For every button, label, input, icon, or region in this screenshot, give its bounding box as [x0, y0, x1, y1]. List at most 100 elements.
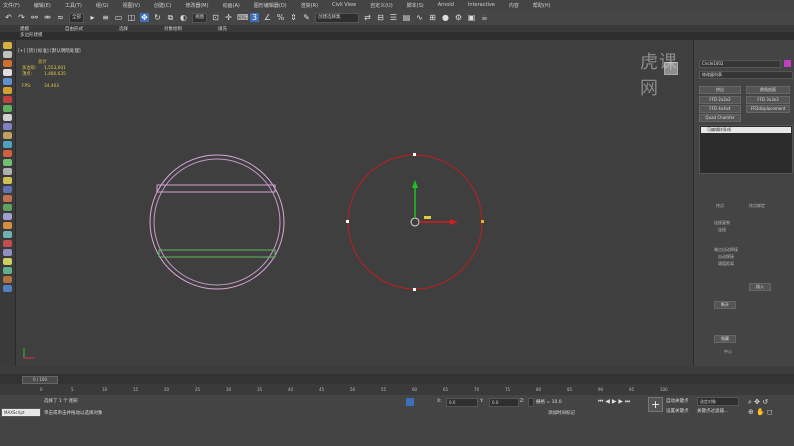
angle-snap-icon[interactable]: ∠: [263, 13, 272, 22]
ribbon-tab-1[interactable]: 自由形式: [65, 26, 83, 32]
render-setup-icon[interactable]: ⚙: [454, 13, 463, 22]
track-bar[interactable]: 0 5 10 15 20 25 30 35 40 45 50 55 60 65 70 75 80 85 90 95 10…: [0, 384, 794, 395]
left-tool-icon-24[interactable]: [3, 258, 12, 265]
menu-item-15[interactable]: 内容: [509, 2, 519, 9]
left-tool-icon-7[interactable]: [3, 105, 12, 112]
left-tool-icon-16[interactable]: [3, 186, 12, 193]
menu-item-8[interactable]: 图形编辑器(D): [254, 2, 287, 9]
maxscript-listener[interactable]: MAXScript: [1, 408, 41, 417]
named-selection-icon[interactable]: ✎: [302, 13, 311, 22]
schematic-icon[interactable]: ⊞: [428, 13, 437, 22]
percent-snap-icon[interactable]: %: [276, 13, 285, 22]
object-color-swatch[interactable]: [784, 60, 791, 67]
bevel-profile-button[interactable]: 倒角剖面: [746, 86, 790, 94]
autokey-button[interactable]: 自动关键点: [666, 398, 689, 404]
modifier-list-dropdown[interactable]: 修改器列表: [699, 71, 793, 79]
left-tool-icon-10[interactable]: [3, 132, 12, 139]
select-object-icon[interactable]: ▸: [88, 13, 97, 22]
playback-controls[interactable]: ⏮ ◀ ▶ ▶ ⏭: [598, 398, 630, 406]
menu-item-11[interactable]: 自定义(U): [370, 2, 393, 9]
left-tool-icon-20[interactable]: [3, 222, 12, 229]
left-tool-icon-14[interactable]: [3, 168, 12, 175]
ribbon-tab-0[interactable]: 建模: [20, 26, 29, 32]
checkbox-auto-weld[interactable]: 自动焊接: [718, 254, 734, 260]
quad-chamfer-button[interactable]: Quad Chamfer: [699, 114, 741, 122]
move-icon[interactable]: ✥: [140, 13, 149, 22]
ribbon-tab-3[interactable]: 对象绘制: [164, 26, 182, 32]
set-key-icon[interactable]: +: [648, 397, 663, 412]
left-tool-icon-22[interactable]: [3, 240, 12, 247]
curve-editor-icon[interactable]: ∿: [415, 13, 424, 22]
left-tool-icon-19[interactable]: [3, 213, 12, 220]
extrude-button[interactable]: 挤出: [699, 86, 741, 94]
snap-toggle-icon[interactable]: 3: [250, 13, 259, 22]
add-time-tag[interactable]: 添加时间标记: [548, 410, 575, 416]
left-tool-icon-1[interactable]: [3, 51, 12, 58]
viewport-nav-icons-2[interactable]: ⊕ ✋ ◻: [748, 408, 773, 416]
redo-icon[interactable]: ↷: [17, 13, 26, 22]
align-icon[interactable]: ⊟: [376, 13, 385, 22]
menu-item-6[interactable]: 修改器(M): [185, 2, 208, 9]
object-name-field[interactable]: Circle1002: [699, 60, 781, 68]
hide-button[interactable]: 隐藏: [714, 335, 736, 343]
rect-select-icon[interactable]: ▭: [114, 13, 123, 22]
viewport-nav-icons[interactable]: ⌕ ✥ ↺: [748, 398, 768, 407]
ffd-displacement-button[interactable]: FFDdisplacement: [746, 105, 790, 113]
bind-space-warp-icon[interactable]: ≈: [56, 13, 65, 22]
time-slider[interactable]: 0 / 100: [0, 374, 794, 384]
menu-item-5[interactable]: 创建(C): [154, 2, 171, 9]
time-slider-thumb[interactable]: 0 / 100: [22, 376, 58, 384]
named-selection-dropdown[interactable]: 创建选择集: [315, 12, 359, 23]
ribbon-tab-4[interactable]: 填充: [218, 26, 227, 32]
left-tool-icon-27[interactable]: [3, 285, 12, 292]
left-tool-icon-4[interactable]: [3, 78, 12, 85]
select-by-name-icon[interactable]: ≡: [101, 13, 110, 22]
menu-item-16[interactable]: 帮助(H): [533, 2, 551, 9]
left-tool-icon-25[interactable]: [3, 267, 12, 274]
menu-item-2[interactable]: 工具(T): [65, 2, 82, 9]
left-tool-icon-3[interactable]: [3, 69, 12, 76]
left-tool-icon-11[interactable]: [3, 141, 12, 148]
set-key-button[interactable]: 设置关键点: [666, 408, 689, 414]
scene-explorer-icon[interactable]: ▤: [402, 13, 411, 22]
lock-selection-icon[interactable]: [406, 398, 414, 406]
layers-icon[interactable]: ☰: [389, 13, 398, 22]
ffd333-button[interactable]: FFD 3x3x3: [746, 96, 790, 104]
scale-icon[interactable]: ⧉: [166, 13, 175, 22]
menu-item-4[interactable]: 视图(V): [123, 2, 140, 9]
menu-item-7[interactable]: 动画(A): [223, 2, 240, 9]
menu-item-1[interactable]: 编辑(E): [34, 2, 51, 9]
left-tool-icon-6[interactable]: [3, 96, 12, 103]
window-crossing-icon[interactable]: ◫: [127, 13, 136, 22]
manipulate-icon[interactable]: ✛: [224, 13, 233, 22]
menu-item-3[interactable]: 组(G): [96, 2, 109, 9]
undo-icon[interactable]: ↶: [4, 13, 13, 22]
z-field[interactable]: [528, 398, 534, 407]
left-tool-icon-18[interactable]: [3, 204, 12, 211]
break-button[interactable]: 断开: [714, 301, 736, 309]
ffd444-button[interactable]: FFD 4x4x4: [699, 105, 741, 113]
left-tool-icon-17[interactable]: [3, 195, 12, 202]
selected-dropdown[interactable]: 选定对象: [697, 397, 739, 406]
left-tool-icon-0[interactable]: [3, 42, 12, 49]
menu-item-0[interactable]: 文件(F): [3, 2, 20, 9]
stack-item-editable-spline[interactable]: 可编辑样条线: [701, 127, 791, 133]
key-filters-button[interactable]: 关键点过滤器...: [697, 408, 728, 414]
left-tool-icon-5[interactable]: [3, 87, 12, 94]
y-field[interactable]: 0.0: [489, 398, 519, 407]
mirror-icon[interactable]: ⇄: [363, 13, 372, 22]
left-tool-icon-15[interactable]: [3, 177, 12, 184]
left-tool-icon-12[interactable]: [3, 150, 12, 157]
left-tool-icon-21[interactable]: [3, 231, 12, 238]
link-icon[interactable]: ⚯: [30, 13, 39, 22]
x-field[interactable]: 0.0: [446, 398, 478, 407]
menu-item-12[interactable]: 脚本(S): [407, 2, 424, 9]
material-editor-icon[interactable]: ●: [441, 13, 450, 22]
menu-item-10[interactable]: Civil View: [332, 2, 356, 8]
unlink-icon[interactable]: ⚮: [43, 13, 52, 22]
reference-coord-dropdown[interactable]: 视图: [192, 12, 207, 23]
left-tool-icon-8[interactable]: [3, 114, 12, 121]
menu-item-14[interactable]: Interactive: [468, 2, 495, 8]
spinner-snap-icon[interactable]: ⇕: [289, 13, 298, 22]
menu-item-9[interactable]: 渲染(R): [301, 2, 318, 9]
